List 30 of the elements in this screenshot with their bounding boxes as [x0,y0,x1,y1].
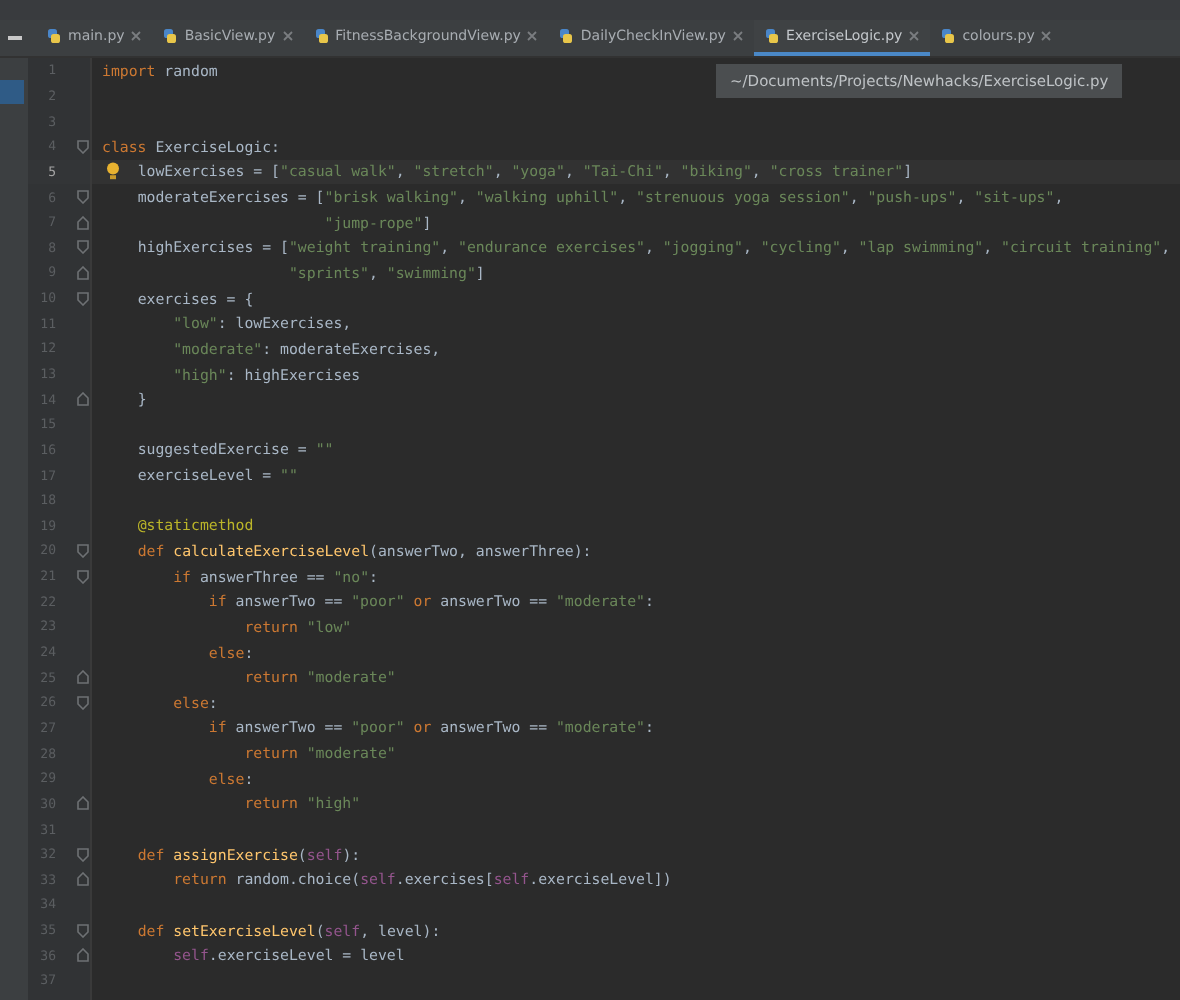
fold-icon[interactable] [76,291,90,306]
file-type-icon [940,28,957,44]
close-icon[interactable] [908,30,921,42]
fold-icon[interactable] [76,948,90,963]
fold-icon[interactable] [76,543,90,558]
fold-icon[interactable] [76,872,90,887]
fold-icon[interactable] [76,392,90,407]
file-type-icon [313,28,330,44]
close-icon[interactable] [130,30,143,42]
fold-icon[interactable] [76,796,90,811]
close-icon[interactable] [526,30,539,42]
fold-icon[interactable] [76,847,90,862]
close-icon[interactable] [731,30,744,42]
fold-icon[interactable] [76,265,90,280]
lightbulb-icon[interactable] [106,161,120,180]
close-icon[interactable] [281,30,294,42]
file-type-icon [763,28,780,44]
close-icon[interactable] [1040,30,1053,42]
fold-icon[interactable] [76,240,90,255]
file-type-icon [558,28,575,44]
file-type-icon [46,28,62,44]
fold-icon[interactable] [76,569,90,584]
fold-icon[interactable] [76,695,90,710]
fold-icon[interactable] [76,190,90,205]
minimize-icon[interactable] [7,36,21,40]
fold-icon[interactable] [76,215,90,230]
fold-icon[interactable] [76,670,90,685]
fold-icon[interactable] [76,139,90,154]
fold-icon[interactable] [76,923,90,938]
file-type-icon [162,28,179,44]
